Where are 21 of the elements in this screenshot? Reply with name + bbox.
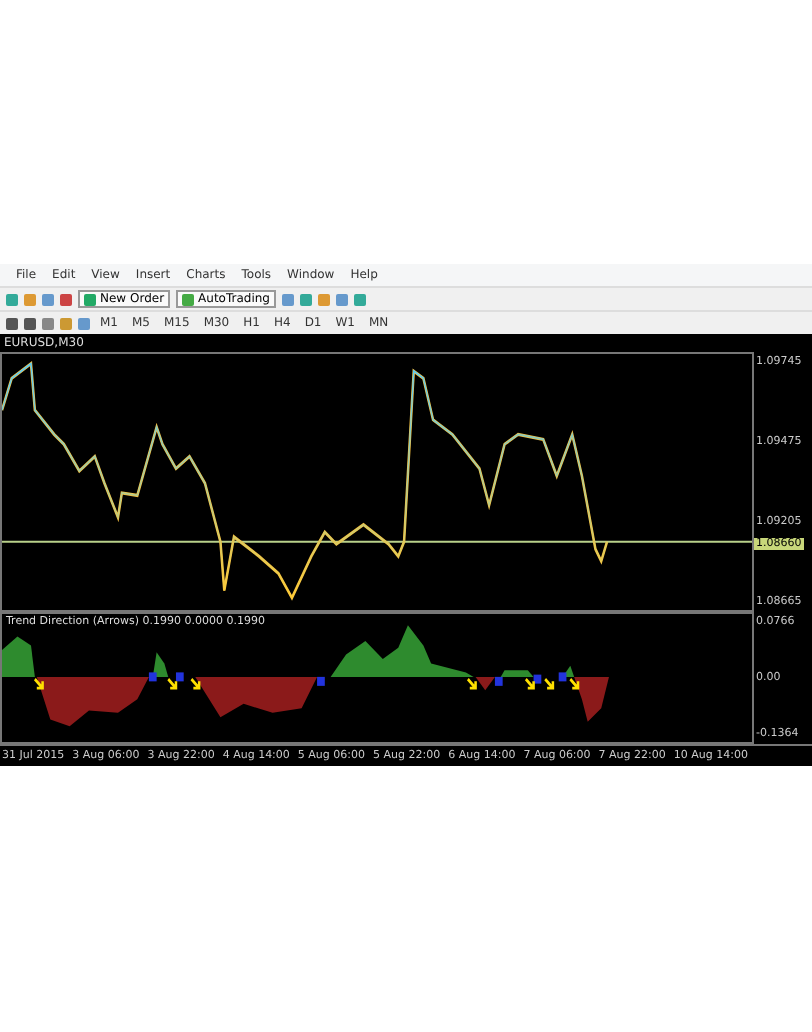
- arrow-icon: [166, 677, 178, 690]
- positive-area: [500, 670, 534, 677]
- square-marker: [533, 674, 542, 684]
- square-marker: [175, 672, 184, 682]
- negative-area: [195, 676, 318, 718]
- negative-area: [475, 676, 495, 691]
- arrow-icon: [466, 677, 477, 690]
- square-marker: [148, 672, 157, 682]
- arrow-icon: [543, 677, 555, 690]
- arrow-icon: [33, 677, 44, 690]
- positive-area: [330, 625, 474, 677]
- arrow-icon: [190, 677, 201, 690]
- positive-area: [152, 652, 169, 677]
- square-marker: [558, 672, 567, 682]
- arrow-icon: [568, 677, 580, 690]
- arrow-icon: [524, 677, 535, 690]
- negative-area: [36, 676, 149, 727]
- square-marker: [494, 676, 503, 686]
- square-marker: [317, 676, 325, 686]
- negative-area: [574, 676, 609, 722]
- positive-area: [2, 636, 35, 677]
